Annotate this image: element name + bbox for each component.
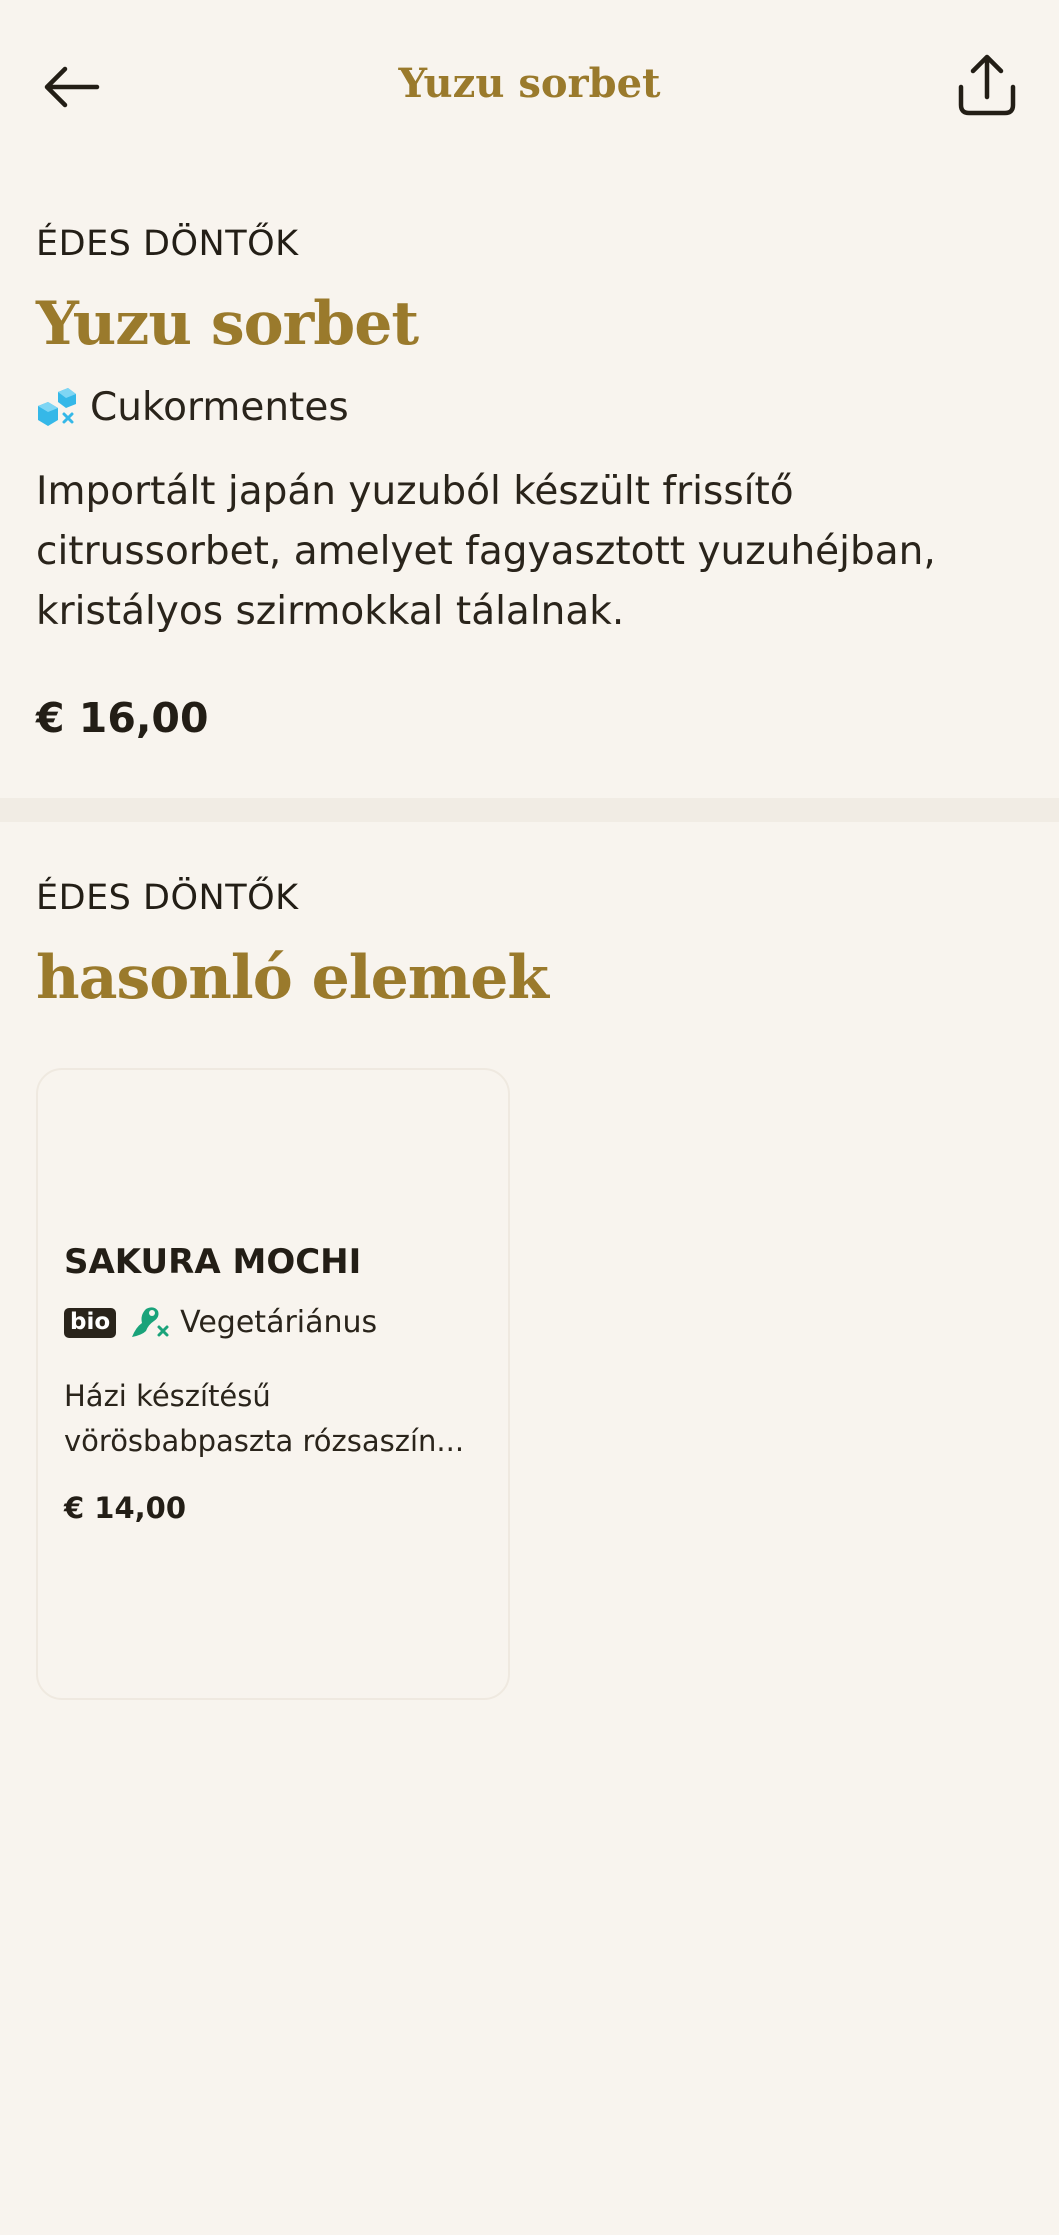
similar-item-name: SAKURA MOCHI bbox=[64, 1242, 362, 1282]
similar-item-tags: bio Vegetáriánus bbox=[64, 1302, 377, 1344]
header-title: Yuzu sorbet bbox=[398, 60, 661, 107]
similar-item-price: € 14,00 bbox=[64, 1491, 187, 1525]
item-description: Importált japán yuzuból készült frissítő… bbox=[36, 469, 936, 634]
item-price: € 16,00 bbox=[36, 694, 209, 742]
arrow-left-icon bbox=[44, 66, 100, 108]
share-icon bbox=[958, 54, 1016, 116]
section-divider bbox=[0, 798, 1059, 822]
similar-item-card[interactable]: SAKURA MOCHI bio Vegetáriánus Házi készí… bbox=[36, 1068, 510, 1700]
similar-category: ÉDES DÖNTŐK bbox=[36, 878, 299, 918]
item-category: ÉDES DÖNTŐK bbox=[36, 224, 299, 264]
item-tags: Cukormentes bbox=[36, 382, 349, 434]
item-name: Yuzu sorbet bbox=[36, 289, 419, 359]
vegetarian-icon bbox=[132, 1307, 169, 1337]
similar-item-description-line1: Házi készítésű bbox=[64, 1379, 271, 1413]
similar-item-description: Házi készítésű vörösbabpaszta rózsaszín.… bbox=[64, 1374, 484, 1464]
back-button[interactable] bbox=[28, 44, 114, 130]
similar-heading: hasonló elemek bbox=[36, 943, 549, 1013]
similar-item-description-line2: vörösbabpaszta rózsaszín... bbox=[64, 1424, 465, 1458]
similar-item-tag-label: Vegetáriánus bbox=[180, 1305, 378, 1340]
share-button[interactable] bbox=[942, 40, 1032, 130]
bio-badge: bio bbox=[64, 1308, 117, 1338]
item-tag-label: Cukormentes bbox=[90, 385, 349, 430]
sugar-free-icon bbox=[38, 388, 76, 426]
top-bar: Yuzu sorbet bbox=[0, 0, 1059, 170]
